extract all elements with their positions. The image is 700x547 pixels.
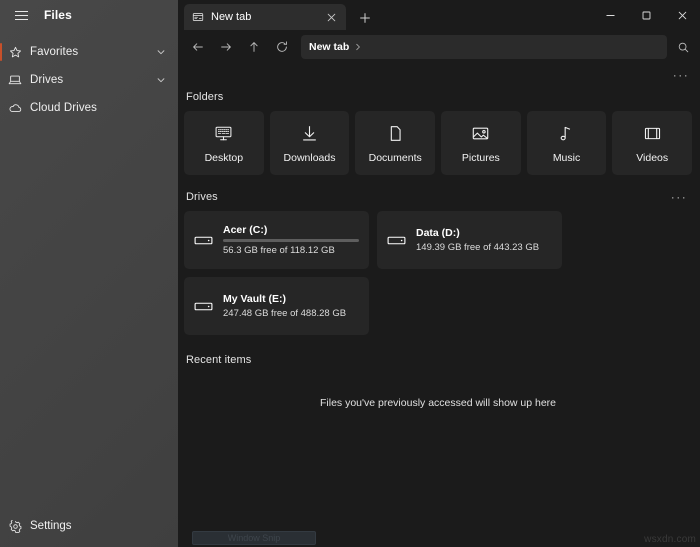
sidebar-item-settings[interactable]: Settings xyxy=(0,507,178,545)
drive-name: Data (D:) xyxy=(416,227,460,239)
selection-accent-bar xyxy=(0,43,2,61)
sidebar-item-favorites[interactable]: Favorites xyxy=(0,38,178,66)
navigation-toolbar: New tab xyxy=(178,30,700,64)
drive-name: Acer (C:) xyxy=(223,224,268,236)
folder-card-downloads[interactable]: Downloads xyxy=(269,111,350,175)
sidebar-item-cloud-drives[interactable]: Cloud Drives xyxy=(0,94,178,122)
sidebar-item-drives[interactable]: Drives xyxy=(0,66,178,94)
folders-section-header: Folders xyxy=(184,86,692,108)
files-app-window: Files Favorites Drives Cloud Drives Sett… xyxy=(0,0,700,547)
folder-label: Music xyxy=(552,151,581,164)
new-tab-button[interactable] xyxy=(352,6,378,30)
window-snip-button[interactable]: Window Snip xyxy=(192,531,316,545)
folder-label: Downloads xyxy=(283,151,336,164)
folder-card-documents[interactable]: Documents xyxy=(355,111,436,175)
star-icon xyxy=(0,46,30,59)
hard-drive-icon xyxy=(193,296,214,317)
drive-capacity-text: 56.3 GB free of 118.12 GB xyxy=(223,245,335,256)
watermark: wsxdn.com xyxy=(644,534,696,545)
drive-info: My Vault (E:) 247.48 GB free of 488.28 G… xyxy=(223,293,359,319)
address-bar[interactable]: New tab xyxy=(301,35,667,59)
close-button[interactable] xyxy=(664,0,700,30)
chevron-right-icon xyxy=(354,43,362,51)
up-button[interactable] xyxy=(240,34,268,60)
video-icon xyxy=(643,123,662,145)
sidebar-item-label: Cloud Drives xyxy=(30,102,98,114)
recent-section-header: Recent items xyxy=(184,349,692,371)
folders-grid: Desktop Downloads Documents Pictures Mus… xyxy=(184,111,693,175)
recent-items-section: Recent items Files you've previously acc… xyxy=(184,349,692,409)
breadcrumb-item[interactable]: New tab xyxy=(309,41,349,53)
drive-card-data-d[interactable]: Data (D:) 149.39 GB free of 443.23 GB xyxy=(377,211,562,269)
drive-icon xyxy=(0,73,30,87)
sidebar-item-label: Favorites xyxy=(30,46,79,58)
recent-title: Recent items xyxy=(186,354,252,366)
chevron-down-icon[interactable] xyxy=(156,75,170,85)
drive-info: Acer (C:) 56.3 GB free of 118.12 GB xyxy=(223,224,359,256)
refresh-button[interactable] xyxy=(268,34,296,60)
drive-card-my-vault-e[interactable]: My Vault (E:) 247.48 GB free of 488.28 G… xyxy=(184,277,369,335)
picture-icon xyxy=(471,123,490,145)
tab-label: New tab xyxy=(211,11,252,23)
app-title: Files xyxy=(44,8,72,22)
drive-usage-bar xyxy=(223,239,359,242)
folder-label: Documents xyxy=(368,151,422,164)
folder-card-videos[interactable]: Videos xyxy=(612,111,693,175)
sidebar: Files Favorites Drives Cloud Drives Sett… xyxy=(0,0,178,547)
window-controls xyxy=(592,0,700,30)
tab-strip: New tab xyxy=(178,0,700,30)
maximize-button[interactable] xyxy=(628,0,664,30)
main-area: New tab New tab ··· Folders Desktop Down… xyxy=(178,0,700,547)
folder-card-desktop[interactable]: Desktop xyxy=(184,111,264,175)
folder-label: Pictures xyxy=(461,151,500,164)
drive-name: My Vault (E:) xyxy=(223,293,287,305)
recent-empty-message: Files you've previously accessed will sh… xyxy=(319,397,557,409)
drive-capacity-text: 247.48 GB free of 488.28 GB xyxy=(223,308,347,319)
cloud-icon xyxy=(0,101,30,116)
back-button[interactable] xyxy=(184,34,212,60)
hard-drive-icon xyxy=(193,230,214,251)
chevron-down-icon[interactable] xyxy=(156,47,170,57)
folder-card-pictures[interactable]: Pictures xyxy=(441,111,521,175)
document-icon xyxy=(386,123,405,145)
sidebar-item-label: Drives xyxy=(30,74,64,86)
forward-button[interactable] xyxy=(212,34,240,60)
ellipsis-icon[interactable]: ··· xyxy=(670,66,692,84)
sidebar-nav: Favorites Drives Cloud Drives xyxy=(0,38,178,122)
gear-icon xyxy=(0,519,30,533)
toolbar-overflow-bar: ··· xyxy=(178,64,700,86)
folder-label: Desktop xyxy=(204,151,244,164)
desktop-icon xyxy=(214,123,233,145)
tab-page-icon xyxy=(192,11,204,23)
folders-title: Folders xyxy=(186,91,224,103)
drive-info: Data (D:) 149.39 GB free of 443.23 GB xyxy=(416,227,552,253)
drives-title: Drives xyxy=(186,191,218,203)
settings-label: Settings xyxy=(30,520,72,532)
folder-card-music[interactable]: Music xyxy=(526,111,607,175)
download-icon xyxy=(300,123,319,145)
search-button[interactable] xyxy=(670,34,696,60)
drive-card-acer-c[interactable]: Acer (C:) 56.3 GB free of 118.12 GB xyxy=(184,211,369,269)
sidebar-header: Files xyxy=(0,0,178,30)
drives-section: Drives ··· Acer (C:) 56.3 GB free of 118… xyxy=(184,186,692,335)
minimize-button[interactable] xyxy=(592,0,628,30)
folder-label: Videos xyxy=(636,151,669,164)
drives-grid: Acer (C:) 56.3 GB free of 118.12 GB Data… xyxy=(184,211,692,335)
hard-drive-icon xyxy=(386,230,407,251)
close-icon[interactable] xyxy=(323,9,339,25)
tab-new-tab[interactable]: New tab xyxy=(184,4,346,30)
drive-capacity-text: 149.39 GB free of 443.23 GB xyxy=(416,242,540,253)
drives-ellipsis-icon[interactable]: ··· xyxy=(668,188,690,206)
hamburger-menu-icon[interactable] xyxy=(8,2,34,28)
home-content: Folders Desktop Downloads Documents Pict… xyxy=(178,86,700,547)
drives-section-header: Drives ··· xyxy=(184,186,692,208)
music-note-icon xyxy=(557,123,576,145)
